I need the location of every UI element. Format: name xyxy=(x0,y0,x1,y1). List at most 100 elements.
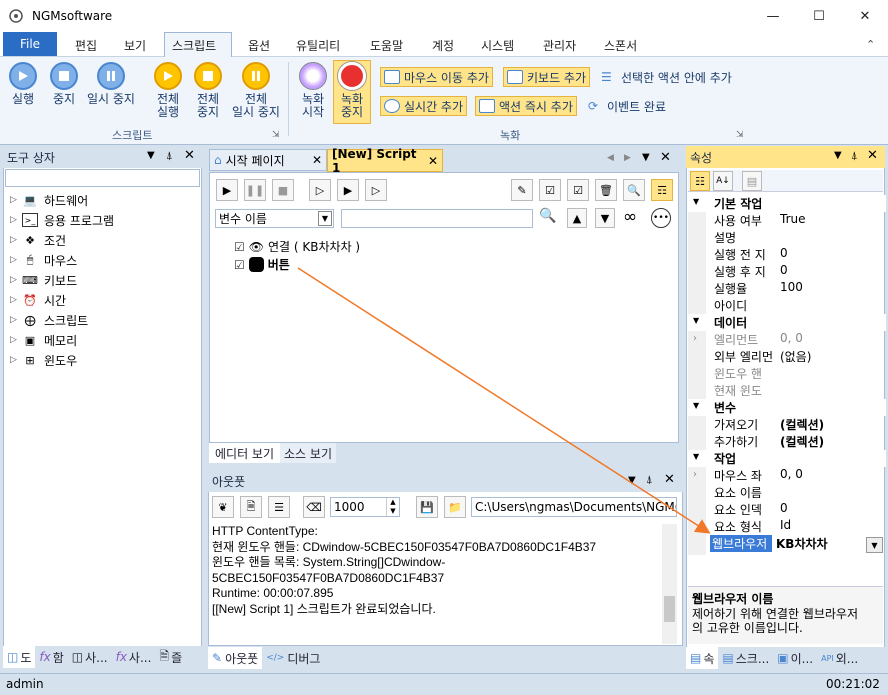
prop-row[interactable]: 실행 전 지0 xyxy=(688,246,886,263)
expand-arrow-icon[interactable]: ▷ xyxy=(10,315,22,325)
checkbox-checked-icon[interactable]: ☑ xyxy=(234,240,245,254)
toolbox-item-keyboard[interactable]: ▷ ⌨ 키보드 xyxy=(10,271,77,289)
collapse-icon[interactable]: ▼ xyxy=(693,452,699,461)
stop-button[interactable]: 중지 xyxy=(50,62,78,106)
stop-all-button[interactable]: 전체 중지 xyxy=(194,62,222,119)
menu-system[interactable]: 시스템 xyxy=(481,37,514,54)
prop-row-selected[interactable]: 웹브라우저 KB차차차 xyxy=(688,535,886,552)
tab-scroll-right-icon[interactable]: ▶ xyxy=(624,153,631,163)
menu-view[interactable]: 보기 xyxy=(124,37,146,54)
editor-pause-button[interactable]: ❚❚ xyxy=(244,179,266,201)
prop-row[interactable]: 가져오기 (컬렉션) xyxy=(688,416,886,433)
prop-row[interactable]: 마우스 좌 0, 0 xyxy=(688,467,886,484)
minimize-button[interactable]: — xyxy=(750,0,796,32)
prop-row[interactable]: 외부 엘리먼 (없음) xyxy=(688,348,886,365)
output-open-folder-button[interactable]: 📁 xyxy=(444,496,466,518)
output-erase-button[interactable]: ⌫ xyxy=(303,496,325,518)
add-realtime-button[interactable]: 실시간 추가 xyxy=(380,96,468,116)
file-menu[interactable]: File xyxy=(3,32,57,56)
editor-step-button[interactable]: ▷ xyxy=(309,179,331,201)
add-action-now-button[interactable]: 액션 즉시 추가 xyxy=(475,96,577,116)
toolbox-close-icon[interactable]: ✕ xyxy=(184,148,195,163)
properties-close-icon[interactable]: ✕ xyxy=(867,148,878,163)
variable-search-input[interactable] xyxy=(341,209,533,228)
editor-stop-button[interactable]: ■ xyxy=(272,179,294,201)
output-save-button[interactable]: 💾 xyxy=(416,496,438,518)
tab-script-list[interactable]: ▤ 스크... xyxy=(718,647,773,669)
move-up-button[interactable]: ▲ xyxy=(567,208,587,228)
output-pin-icon[interactable]: ⍋ xyxy=(646,473,653,487)
expand-arrow-icon[interactable]: ▷ xyxy=(10,335,22,345)
move-down-button[interactable]: ▼ xyxy=(595,208,615,228)
expand-arrow-icon[interactable]: ▷ xyxy=(10,355,22,365)
tab-editor-view[interactable]: 에디터 보기 xyxy=(209,443,281,463)
delete-button[interactable]: 🗑 xyxy=(595,179,617,201)
search-icon[interactable]: 🔍 xyxy=(539,208,556,224)
prop-row[interactable]: 추가하기 (컬렉션) xyxy=(688,433,886,450)
script-group-expand-icon[interactable]: ⇲ xyxy=(272,130,280,140)
tab-user-1[interactable]: ◫ 사... xyxy=(68,646,112,668)
prop-row[interactable]: 아이디 xyxy=(688,297,886,314)
editor-edit-button[interactable]: ✎ xyxy=(511,179,533,201)
check-all-button[interactable]: ☑ xyxy=(539,179,561,201)
sort-az-button[interactable]: A↓ xyxy=(713,171,733,191)
expand-arrow-icon[interactable]: ▷ xyxy=(10,255,22,265)
tree-view-button[interactable]: ☶ xyxy=(651,179,673,201)
property-pages-button[interactable]: ▤ xyxy=(742,171,762,191)
chevron-down-icon[interactable]: ▼ xyxy=(318,211,332,226)
output-close-icon[interactable]: ✕ xyxy=(664,472,675,487)
menu-sponsor[interactable]: 스폰서 xyxy=(604,37,637,54)
prop-row[interactable]: 요소 형식 Id xyxy=(688,518,886,535)
tab-start-page[interactable]: ⌂ 시작 페이지 ✕ xyxy=(209,149,327,171)
event-done-button[interactable]: ⟳ 이벤트 완료 xyxy=(585,96,669,116)
properties-dropdown-icon[interactable]: ▼ xyxy=(834,150,842,161)
run-all-button[interactable]: 전체 실행 xyxy=(154,62,182,119)
categorized-button[interactable]: ☷ xyxy=(690,171,710,191)
tree-node-button[interactable]: ☑ 버튼 xyxy=(234,256,290,273)
infinity-icon[interactable]: ∞ xyxy=(623,207,637,227)
expand-arrow-icon[interactable]: ▷ xyxy=(10,275,22,285)
tab-external[interactable]: API 외... xyxy=(817,647,862,669)
menu-script[interactable]: 스크립트 xyxy=(172,37,216,54)
insert-in-selected-button[interactable]: ☰ 선택한 액션 안에 추가 xyxy=(598,67,735,87)
toolbox-search-input[interactable] xyxy=(5,169,200,187)
tab-debug[interactable]: </> 디버그 xyxy=(262,647,324,669)
pause-button[interactable]: 일시 중지 xyxy=(87,62,135,106)
close-tab-icon[interactable]: ✕ xyxy=(428,154,438,168)
tab-list-icon[interactable]: ▼ xyxy=(642,152,650,163)
close-tab-icon[interactable]: ✕ xyxy=(312,153,322,167)
tab-script-1[interactable]: [New] Script 1 ✕ xyxy=(327,147,443,175)
output-wrap-button[interactable]: ☰ xyxy=(268,496,290,518)
chevron-down-icon[interactable]: ▼ xyxy=(866,537,883,553)
collapse-icon[interactable]: ▼ xyxy=(693,197,699,206)
record-group-expand-icon[interactable]: ⇲ xyxy=(736,130,744,140)
close-button[interactable]: ✕ xyxy=(842,0,888,32)
category-work[interactable]: 작업 xyxy=(688,450,886,467)
toolbox-pin-icon[interactable]: ⍋ xyxy=(166,149,173,163)
variable-name-select[interactable]: 변수 이름 ▼ xyxy=(215,209,334,228)
output-count-stepper[interactable]: 1000 ▲ ▼ xyxy=(330,497,400,517)
expand-arrow-icon[interactable]: ▷ xyxy=(10,295,22,305)
run-button[interactable]: 실행 xyxy=(9,62,37,106)
record-start-button[interactable]: 녹화 시작 xyxy=(299,62,327,119)
menu-admin[interactable]: 관리자 xyxy=(543,37,576,54)
category-variable[interactable]: 변수 xyxy=(688,399,886,416)
menu-options[interactable]: 옵션 xyxy=(248,37,270,54)
output-clean-button[interactable]: ❦ xyxy=(212,496,234,518)
menu-help[interactable]: 도움말 xyxy=(370,37,403,54)
toolbox-item-script[interactable]: ▷ ⨁ 스크립트 xyxy=(10,311,88,329)
scrollbar-thumb[interactable] xyxy=(664,596,675,622)
toolbox-item-window[interactable]: ▷ ⊞ 윈도우 xyxy=(10,351,77,369)
tab-properties[interactable]: ▤ 속 xyxy=(686,647,719,669)
prop-row[interactable]: 윈도우 핸 xyxy=(688,365,886,382)
prop-row[interactable]: 설명 xyxy=(688,229,886,246)
toolbox-item-mouse[interactable]: ▷ 🖱 마우스 xyxy=(10,251,77,269)
tab-user-2[interactable]: fx 사... xyxy=(112,646,156,668)
menu-edit[interactable]: 편집 xyxy=(75,37,97,54)
add-mouse-move-button[interactable]: 마우스 이동 추가 xyxy=(380,67,493,87)
expand-arrow-icon[interactable]: › xyxy=(693,469,697,480)
output-path-field[interactable]: C:\Users\ngmas\Documents\NGM6 xyxy=(471,497,677,517)
category-data[interactable]: 데이터 xyxy=(688,314,886,331)
prop-row[interactable]: 요소 인덱 0 xyxy=(688,501,886,518)
tab-scroll-left-icon[interactable]: ◀ xyxy=(607,153,614,163)
